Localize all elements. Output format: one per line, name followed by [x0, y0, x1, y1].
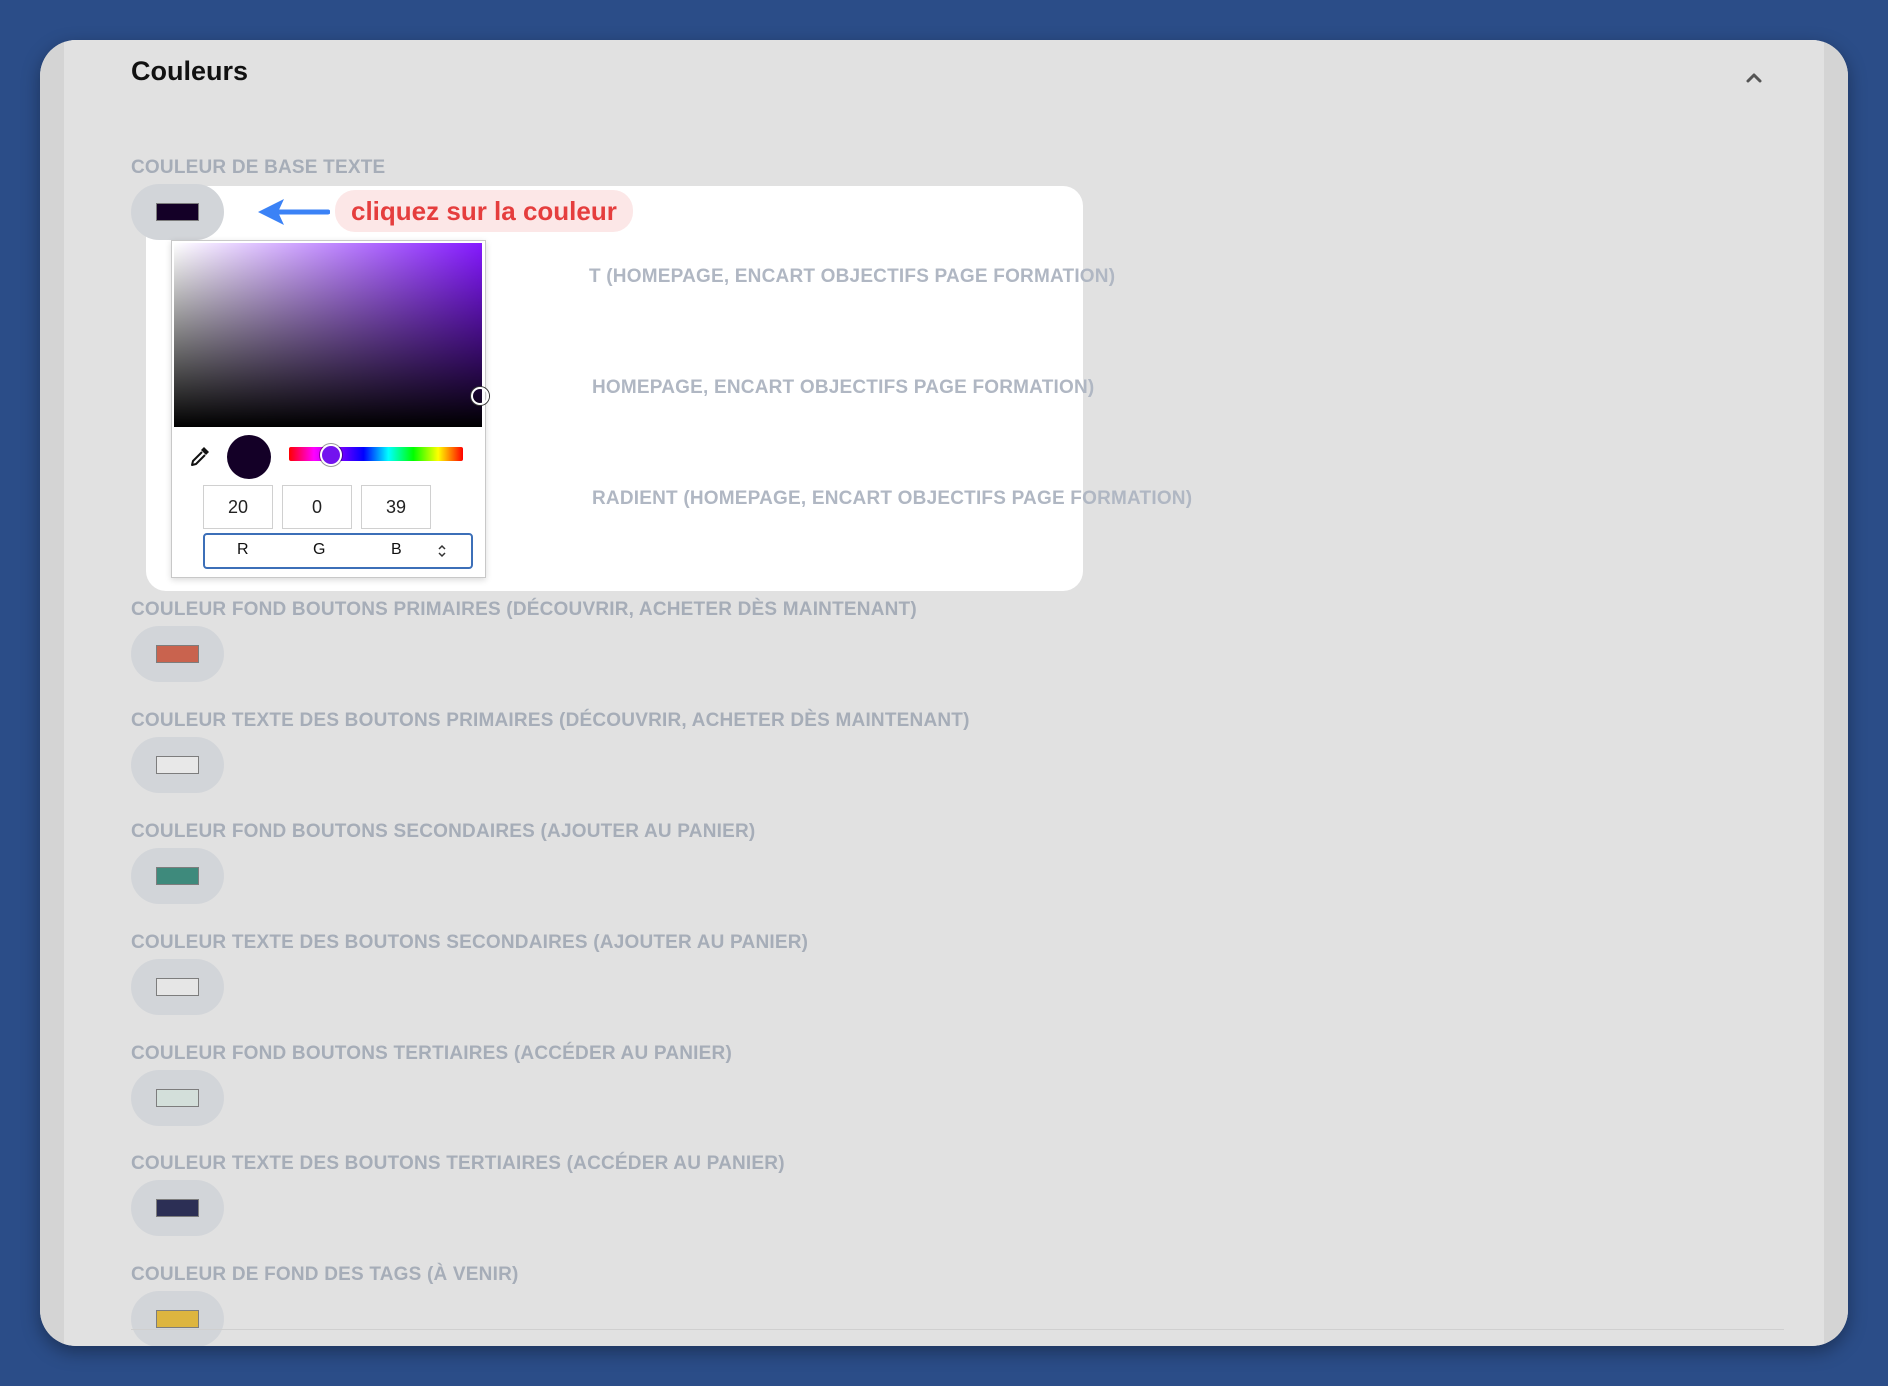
window-right-rail: [1824, 40, 1848, 1346]
color-swatch-button-primary-text[interactable]: [131, 737, 224, 793]
color-swatch-button-secondary-text[interactable]: [131, 959, 224, 1015]
color-swatch: [156, 645, 199, 663]
color-swatch: [156, 978, 199, 996]
color-swatch-button-secondary-bg[interactable]: [131, 848, 224, 904]
select-arrows-icon: [438, 544, 446, 558]
mode-label-r: R: [237, 541, 249, 558]
field-label-partial-1: T (HOMEPAGE, ENCART OBJECTIFS PAGE FORMA…: [589, 266, 1116, 287]
color-swatch: [156, 867, 199, 885]
green-input[interactable]: 0: [282, 485, 352, 529]
hue-slider[interactable]: [289, 447, 463, 461]
mode-label-b: B: [391, 541, 402, 558]
color-swatch-button-tags-bg[interactable]: [131, 1291, 224, 1346]
section-title: Couleurs: [131, 56, 249, 86]
field-label-tertiary-text: COULEUR TEXTE DES BOUTONS TERTIAIRES (AC…: [131, 1153, 785, 1174]
field-label-partial-3: RADIENT (HOMEPAGE, ENCART OBJECTIFS PAGE…: [592, 488, 1193, 509]
color-swatch: [156, 1199, 199, 1217]
field-label-primary-text: COULEUR TEXTE DES BOUTONS PRIMAIRES (DÉC…: [131, 710, 970, 731]
field-label-partial-2: HOMEPAGE, ENCART OBJECTIFS PAGE FORMATIO…: [592, 377, 1095, 398]
field-label-secondary-bg: COULEUR FOND BOUTONS SECONDAIRES (AJOUTE…: [131, 821, 756, 842]
color-swatch-button-tertiary-bg[interactable]: [131, 1070, 224, 1126]
colors-panel: Couleurs COULEUR DE BASE TEXTE T (HOMEPA…: [64, 40, 1824, 1346]
saturation-handle[interactable]: [471, 387, 489, 405]
chevron-up-icon[interactable]: [1742, 66, 1766, 90]
color-swatch-button-base-text[interactable]: [131, 184, 224, 240]
color-swatch: [156, 756, 199, 774]
color-swatch-button-primary-bg[interactable]: [131, 626, 224, 682]
hue-slider-handle[interactable]: [320, 444, 342, 466]
color-picker-popover: 20 0 39 R G B: [171, 240, 489, 578]
color-swatch: [156, 1310, 199, 1328]
field-label-primary-bg: COULEUR FOND BOUTONS PRIMAIRES (DÉCOUVRI…: [131, 599, 917, 620]
color-swatch: [156, 1089, 199, 1107]
field-label-tertiary-bg: COULEUR FOND BOUTONS TERTIAIRES (ACCÉDER…: [131, 1043, 732, 1064]
red-input[interactable]: 20: [203, 485, 273, 529]
blue-input[interactable]: 39: [361, 485, 431, 529]
field-label-tags-bg: COULEUR DE FOND DES TAGS (À VENIR): [131, 1264, 519, 1285]
field-label-secondary-text: COULEUR TEXTE DES BOUTONS SECONDAIRES (A…: [131, 932, 809, 953]
arrow-left-icon: [258, 199, 330, 225]
hint-callout: cliquez sur la couleur: [335, 190, 633, 232]
settings-window: Couleurs COULEUR DE BASE TEXTE T (HOMEPA…: [40, 40, 1848, 1346]
eyedropper-icon[interactable]: [188, 444, 212, 468]
window-left-rail: [40, 40, 64, 1346]
color-swatch-button-tertiary-text[interactable]: [131, 1180, 224, 1236]
color-swatch: [156, 203, 199, 221]
color-mode-select[interactable]: R G B: [203, 533, 473, 569]
color-preview: [227, 435, 271, 479]
field-label-base-text: COULEUR DE BASE TEXTE: [131, 157, 386, 178]
saturation-value-area[interactable]: [174, 243, 482, 427]
divider: [131, 1329, 1784, 1330]
mode-label-g: G: [313, 541, 326, 558]
